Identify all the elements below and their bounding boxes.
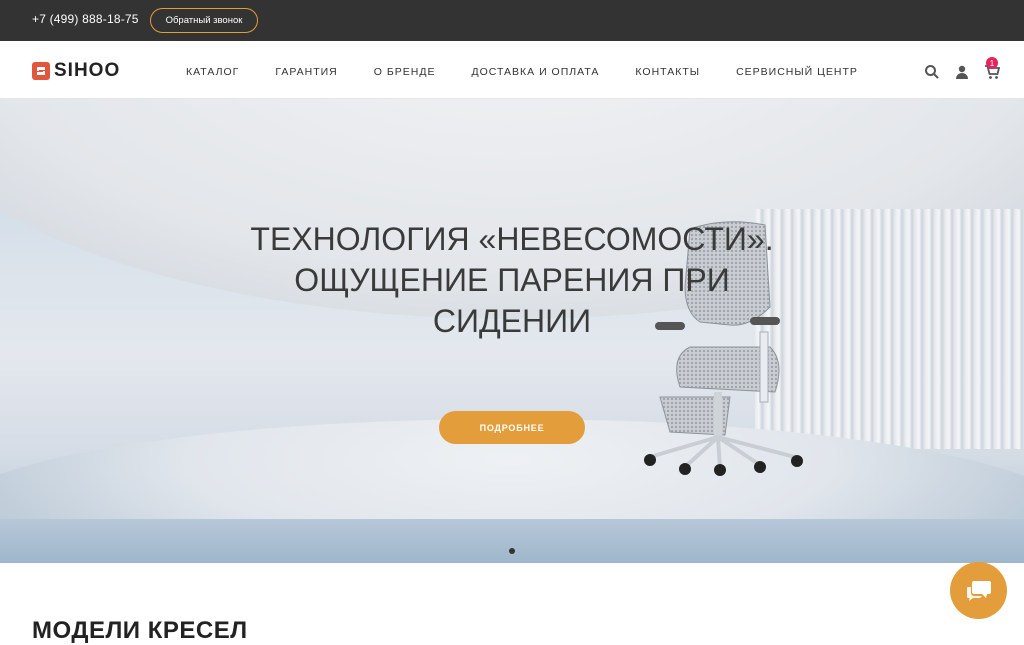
- more-details-button[interactable]: ПОДРОБНЕЕ: [439, 411, 585, 444]
- logo[interactable]: SIHOO: [32, 60, 120, 82]
- nav-item-about-brand[interactable]: О БРЕНДЕ: [374, 66, 436, 78]
- nav-item-delivery-payment[interactable]: ДОСТАВКА И ОПЛАТА: [471, 66, 599, 78]
- logo-text: SIHOO: [54, 60, 121, 81]
- callback-button[interactable]: Обратный звонок: [150, 8, 258, 33]
- hero-banner: ТЕХНОЛОГИЯ «НЕВЕСОМОСТИ». ОЩУЩЕНИЕ ПАРЕН…: [0, 99, 1024, 563]
- nav-item-service-center[interactable]: СЕРВИСНЫЙ ЦЕНТР: [736, 66, 858, 78]
- hero-water-reflection: [0, 519, 1024, 563]
- nav-item-catalog[interactable]: КАТАЛОГ: [186, 66, 239, 78]
- chat-button[interactable]: [950, 562, 1007, 619]
- cart-icon[interactable]: 1: [984, 57, 1001, 80]
- slider-dot[interactable]: [509, 548, 515, 554]
- nav-item-contacts[interactable]: КОНТАКТЫ: [635, 66, 700, 78]
- user-icon[interactable]: [954, 64, 970, 80]
- phone-link[interactable]: +7 (499) 888-18-75: [32, 12, 139, 26]
- top-bar: +7 (499) 888-18-75 Обратный звонок: [0, 0, 1024, 41]
- chat-icon: [966, 580, 991, 601]
- cart-count-badge: 1: [986, 57, 998, 69]
- search-icon[interactable]: [924, 64, 940, 80]
- main-header: SIHOO КАТАЛОГ ГАРАНТИЯ О БРЕНДЕ ДОСТАВКА…: [0, 41, 1024, 99]
- main-nav: КАТАЛОГ ГАРАНТИЯ О БРЕНДЕ ДОСТАВКА И ОПЛ…: [186, 66, 894, 78]
- nav-item-warranty[interactable]: ГАРАНТИЯ: [275, 66, 337, 78]
- hero-title: ТЕХНОЛОГИЯ «НЕВЕСОМОСТИ». ОЩУЩЕНИЕ ПАРЕН…: [250, 221, 774, 339]
- logo-mark-icon: [32, 62, 50, 80]
- section-title: МОДЕЛИ КРЕСЕЛ: [32, 617, 248, 644]
- header-icons: 1: [910, 57, 1001, 80]
